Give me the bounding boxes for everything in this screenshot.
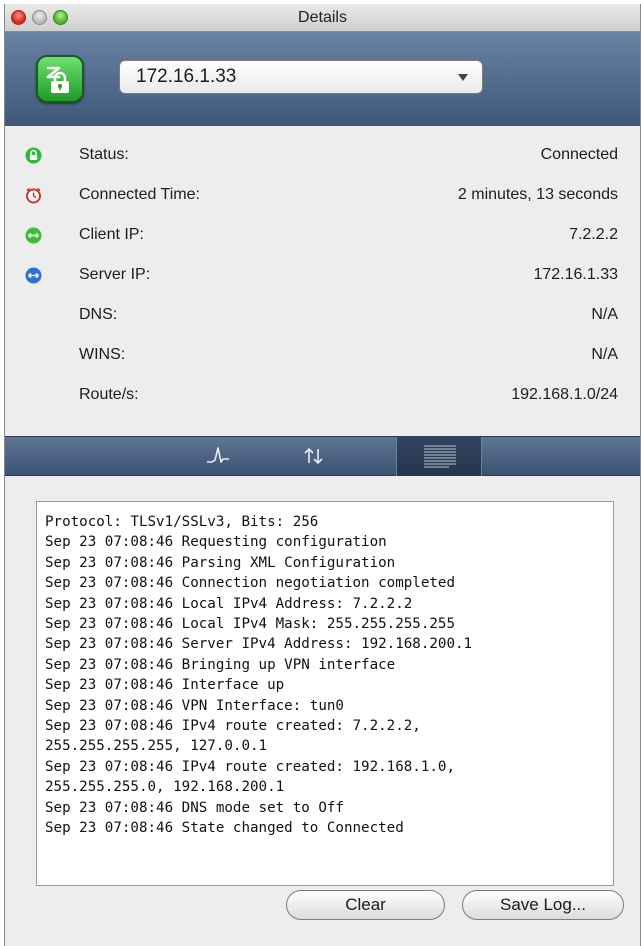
log-panel: Protocol: TLSv1/SSLv3, Bits: 256 Sep 23 … [5,476,640,946]
connection-details: Status: Connected Connected Time: 2 minu… [5,126,640,436]
title-bar: Details [5,4,640,32]
log-line: Sep 23 07:08:46 Interface up [45,677,285,694]
dns-value: N/A [591,306,618,323]
connected-time-row: Connected Time: 2 minutes, 13 seconds [5,176,640,216]
log-line: Sep 23 07:08:46 Bringing up VPN interfac… [45,656,396,673]
log-line: 255.255.255.0, 192.168.200.1 [45,779,285,796]
lock-icon [25,147,42,164]
routes-row: Route/s: 192.168.1.0/24 [5,376,640,416]
server-ip-value: 172.16.1.33 [533,266,618,283]
status-label: Status: [79,146,129,163]
wins-label: WINS: [79,346,126,363]
wins-value: N/A [591,346,618,363]
clock-icon [26,187,41,204]
log-line: Sep 23 07:08:46 Connection negotiation c… [45,575,455,592]
traffic-tab[interactable] [285,437,369,477]
dns-row: DNS: N/A [5,296,640,336]
client-ip-label: Client IP: [79,226,144,243]
header-bar: 172.16.1.33 [5,32,640,126]
server-ip-row: Server IP: 172.16.1.33 [5,256,640,296]
log-line: Sep 23 07:08:46 IPv4 route created: 192.… [45,758,455,775]
log-line: Sep 23 07:08:46 Local IPv4 Mask: 255.255… [45,616,455,633]
log-textarea[interactable]: Protocol: TLSv1/SSLv3, Bits: 256 Sep 23 … [36,501,614,886]
connected-time-label: Connected Time: [79,186,200,203]
view-tab-bar [5,436,640,477]
chevron-down-icon [458,74,468,81]
graph-icon [207,447,229,463]
log-text: Protocol: TLSv1/SSLv3, Bits: 256 Sep 23 … [45,512,609,839]
save-log-button[interactable]: Save Log... [462,890,624,920]
log-line: Sep 23 07:08:46 IPv4 route created: 7.2.… [45,718,421,735]
log-line: Sep 23 07:08:46 Requesting configuration [45,534,387,551]
dns-label: DNS: [79,306,118,323]
client-arrows-icon [25,227,42,244]
log-line: Sep 23 07:08:46 VPN Interface: tun0 [45,697,344,714]
details-window: Details 172.16.1.33 Status: Connected Co… [4,4,641,946]
up-down-arrows-icon [304,447,323,465]
status-value: Connected [540,146,618,163]
clear-button[interactable]: Clear [286,890,445,920]
log-line: Sep 23 07:08:46 DNS mode set to Off [45,799,344,816]
server-select-value: 172.16.1.33 [136,66,237,87]
routes-value: 192.168.1.0/24 [511,386,618,403]
server-arrows-icon [25,267,42,284]
log-lines-icon [424,445,456,468]
server-ip-label: Server IP: [79,266,151,283]
log-line: Protocol: TLSv1/SSLv3, Bits: 256 [45,514,319,530]
server-select[interactable]: 172.16.1.33 [119,60,483,94]
app-lock-logo-icon [36,55,84,103]
log-line: 255.255.255.255, 127.0.0.1 [45,738,268,755]
client-ip-row: Client IP: 7.2.2.2 [5,216,640,256]
log-line: Sep 23 07:08:46 Server IPv4 Address: 192… [45,636,473,653]
status-row: Status: Connected [5,136,640,176]
wins-row: WINS: N/A [5,336,640,376]
log-line: Sep 23 07:08:46 State changed to Connect… [45,820,404,837]
graph-tab[interactable] [183,437,267,477]
window-title: Details [298,9,347,26]
log-tab[interactable] [396,437,482,477]
log-line: Sep 23 07:08:46 Parsing XML Configuratio… [45,554,396,571]
routes-label: Route/s: [79,386,139,403]
client-ip-value: 7.2.2.2 [569,226,618,243]
connected-time-value: 2 minutes, 13 seconds [457,186,618,203]
log-line: Sep 23 07:08:46 Local IPv4 Address: 7.2.… [45,595,413,612]
